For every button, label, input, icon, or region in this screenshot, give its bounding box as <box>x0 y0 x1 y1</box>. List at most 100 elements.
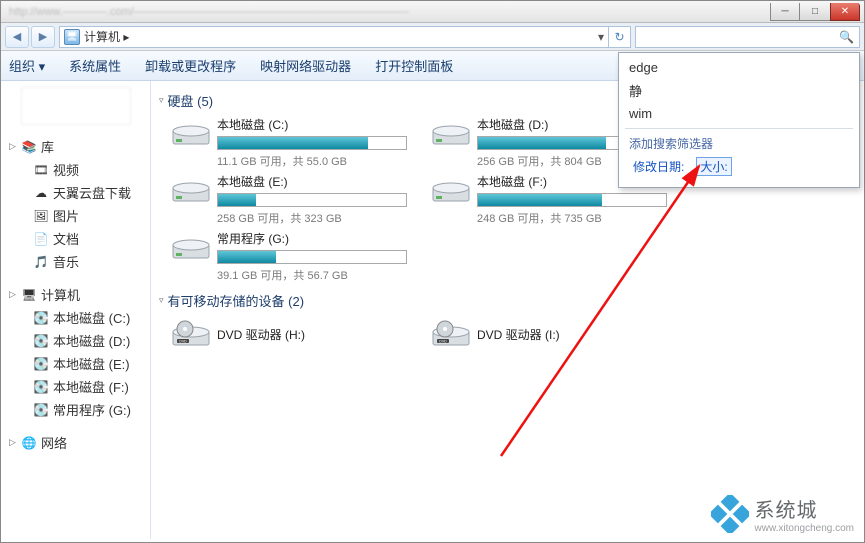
window-buttons: ─ □ ✕ <box>770 3 860 21</box>
drive-icon: 💽 <box>33 310 49 326</box>
sidebar-item-videos[interactable]: 🎞视频 <box>1 158 150 181</box>
usage-bar <box>217 193 407 207</box>
back-button[interactable]: ◀ <box>5 26 29 48</box>
sidebar-computer[interactable]: ▷ 🖥 计算机 <box>1 283 150 306</box>
watermark-logo-icon <box>711 495 749 533</box>
open-control-panel[interactable]: 打开控制面板 <box>375 56 453 75</box>
drive-info: 258 GB 可用，共 323 GB <box>217 210 407 226</box>
organize-menu[interactable]: 组织 ▾ <box>9 56 45 75</box>
minimize-button[interactable]: ─ <box>770 3 800 21</box>
sidebar-item-drive-e[interactable]: 💽本地磁盘 (E:) <box>1 352 150 375</box>
uninstall-programs[interactable]: 卸载或更改程序 <box>145 56 236 75</box>
hdd-icon <box>171 173 211 209</box>
dvd-item[interactable]: DVD DVD 驱动器 (I:) <box>431 316 661 352</box>
sidebar-item-documents[interactable]: 📄文档 <box>1 227 150 250</box>
watermark: 系统城 www.xitongcheng.com <box>711 494 855 534</box>
search-suggestion[interactable]: 静 <box>625 78 853 103</box>
drive-item[interactable]: 常用程序 (G:) 39.1 GB 可用，共 56.7 GB <box>171 230 401 283</box>
nav-arrows: ◀ ▶ <box>5 26 55 48</box>
hdd-icon <box>431 173 471 209</box>
chevron-icon: ▷ <box>9 141 19 152</box>
sidebar-item-drive-c[interactable]: 💽本地磁盘 (C:) <box>1 306 150 329</box>
usage-bar <box>217 136 407 150</box>
usage-bar <box>477 193 667 207</box>
address-path: 计算机 ▸ <box>84 28 129 45</box>
sidebar-item-drive-f[interactable]: 💽本地磁盘 (F:) <box>1 375 150 398</box>
category-removable-label: 有可移动存储的设备 (2) <box>168 291 305 310</box>
category-hdd-label: 硬盘 (5) <box>168 91 214 110</box>
document-icon: 📄 <box>33 231 49 247</box>
dvd-grid: DVD DVD 驱动器 (H:)DVD DVD 驱动器 (I:) <box>171 316 856 352</box>
map-network-drive[interactable]: 映射网络驱动器 <box>260 56 351 75</box>
window-title: http://www.————.com/————————————————————… <box>1 6 770 18</box>
filter-modified-date[interactable]: 修改日期: <box>629 157 688 176</box>
dvd-name: DVD 驱动器 (I:) <box>477 326 661 343</box>
picture-icon: 🖼 <box>33 208 49 224</box>
network-icon: 🌐 <box>21 435 37 451</box>
sidebar-libraries[interactable]: ▷ 📚 库 <box>1 135 150 158</box>
svg-text:DVD: DVD <box>439 340 447 344</box>
nav-row: ◀ ▶ 🖥 计算机 ▸ ▾ ↻ 🔍 <box>1 23 864 51</box>
drive-info: 39.1 GB 可用，共 56.7 GB <box>217 267 407 283</box>
computer-icon: 🖥 <box>64 29 80 45</box>
watermark-url: www.xitongcheng.com <box>755 523 855 534</box>
drive-icon: 💽 <box>33 333 49 349</box>
chevron-icon: ▷ <box>9 289 19 300</box>
hdd-icon <box>171 230 211 266</box>
drive-name: 本地磁盘 (E:) <box>217 173 407 190</box>
chevron-down-icon: ▿ <box>159 295 164 306</box>
chevron-icon: ▷ <box>9 437 19 448</box>
watermark-brand: 系统城 <box>755 494 855 523</box>
address-bar[interactable]: 🖥 计算机 ▸ ▾ <box>59 26 609 48</box>
sidebar-item-drive-d[interactable]: 💽本地磁盘 (D:) <box>1 329 150 352</box>
sidebar-item-music[interactable]: 🎵音乐 <box>1 250 150 273</box>
chevron-down-icon: ▿ <box>159 95 164 106</box>
sidebar-computer-label: 计算机 <box>41 285 80 304</box>
search-suggestion[interactable]: wim <box>625 103 853 124</box>
category-removable[interactable]: ▿ 有可移动存储的设备 (2) <box>159 291 856 310</box>
drive-info: 11.1 GB 可用，共 55.0 GB <box>217 153 407 169</box>
sidebar-libraries-label: 库 <box>41 137 54 156</box>
filter-row: 修改日期: 大小: <box>625 154 853 179</box>
maximize-button[interactable]: □ <box>800 3 830 21</box>
sidebar: ▷ 📚 库 🎞视频 ☁天翼云盘下载 🖼图片 📄文档 🎵音乐 ▷ 🖥 计算机 💽本… <box>1 81 151 539</box>
refresh-button[interactable]: ↻ <box>609 26 631 48</box>
svg-text:DVD: DVD <box>179 340 187 344</box>
sidebar-item-drive-g[interactable]: 💽常用程序 (G:) <box>1 398 150 421</box>
drive-name: 本地磁盘 (C:) <box>217 116 407 133</box>
favorites-placeholder <box>21 87 131 125</box>
drive-icon: 💽 <box>33 402 49 418</box>
usage-bar <box>217 250 407 264</box>
hdd-icon <box>171 116 211 152</box>
search-dropdown: edge 静 wim 添加搜索筛选器 修改日期: 大小: <box>618 52 860 188</box>
window-titlebar: http://www.————.com/————————————————————… <box>1 1 864 23</box>
system-properties[interactable]: 系统属性 <box>69 56 121 75</box>
drive-info: 248 GB 可用，共 735 GB <box>477 210 667 226</box>
cloud-icon: ☁ <box>33 185 49 201</box>
dvd-item[interactable]: DVD DVD 驱动器 (H:) <box>171 316 401 352</box>
dvd-icon: DVD <box>171 316 211 352</box>
library-icon: 📚 <box>21 139 37 155</box>
drive-item[interactable]: 本地磁盘 (C:) 11.1 GB 可用，共 55.0 GB <box>171 116 401 169</box>
drive-item[interactable]: 本地磁盘 (E:) 258 GB 可用，共 323 GB <box>171 173 401 226</box>
address-dropdown-icon[interactable]: ▾ <box>598 30 604 44</box>
search-box[interactable]: 🔍 <box>635 26 860 48</box>
sidebar-network-label: 网络 <box>41 433 67 452</box>
sidebar-item-pictures[interactable]: 🖼图片 <box>1 204 150 227</box>
divider <box>625 128 853 129</box>
video-icon: 🎞 <box>33 162 49 178</box>
dvd-name: DVD 驱动器 (H:) <box>217 326 401 343</box>
sidebar-network[interactable]: ▷ 🌐 网络 <box>1 431 150 454</box>
add-filter-label: 添加搜索筛选器 <box>625 133 853 154</box>
forward-button[interactable]: ▶ <box>31 26 55 48</box>
drive-name: 常用程序 (G:) <box>217 230 407 247</box>
hdd-icon <box>431 116 471 152</box>
drive-icon: 💽 <box>33 379 49 395</box>
search-suggestion[interactable]: edge <box>625 57 853 78</box>
computer-icon: 🖥 <box>21 287 37 303</box>
close-button[interactable]: ✕ <box>830 3 860 21</box>
filter-size[interactable]: 大小: <box>696 157 731 176</box>
music-icon: 🎵 <box>33 254 49 270</box>
sidebar-item-cloud[interactable]: ☁天翼云盘下载 <box>1 181 150 204</box>
search-icon[interactable]: 🔍 <box>834 30 859 44</box>
